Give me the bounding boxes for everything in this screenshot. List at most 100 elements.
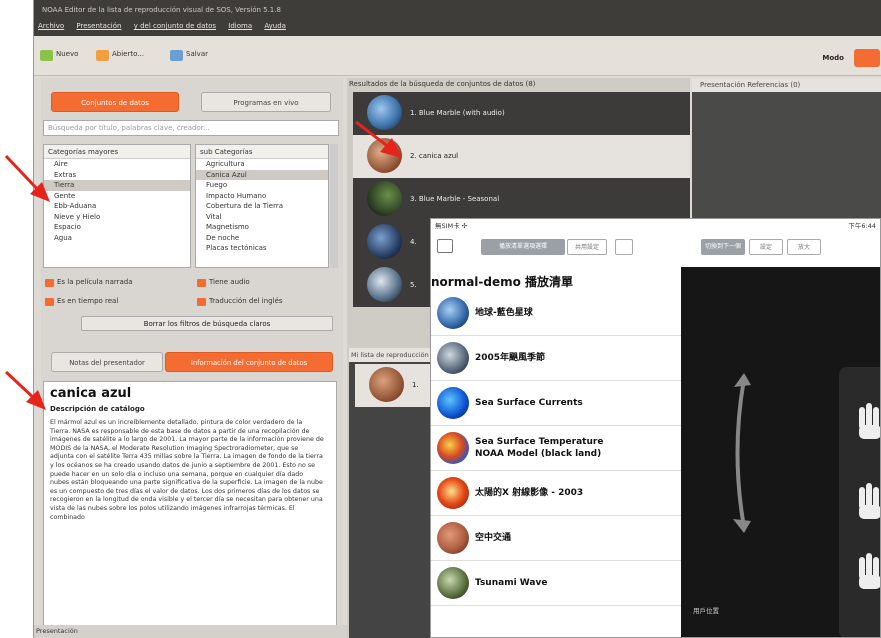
ipad-playlist-item[interactable]: 空中交通 — [431, 516, 681, 561]
menu-bar: Archivo Presentación y del conjunto de d… — [34, 22, 881, 36]
filter-translated[interactable]: Traducción del inglés — [197, 297, 283, 306]
checkbox-icon — [45, 298, 54, 306]
ipad-playlist-item[interactable]: 地球-藍色星球 — [431, 291, 681, 336]
filter-translated-label: Traducción del inglés — [209, 297, 283, 305]
catalog-description-text: El mármol azul es un increíblemente deta… — [50, 419, 324, 521]
left-panel: Conjuntos de datos Programas en vivo Bús… — [41, 78, 343, 638]
major-category-item[interactable]: Extras — [44, 170, 190, 181]
dataset-thumbnail — [367, 267, 402, 302]
search-result-label: 1. Blue Marble (with audio) — [410, 109, 505, 117]
sub-category-item[interactable]: Impacto Humano — [196, 191, 328, 202]
sub-category-item[interactable]: Magnetismo — [196, 222, 328, 233]
next-button[interactable]: 切換到下一個 — [701, 239, 745, 255]
clear-filters-button[interactable]: Borrar los filtros de búsqueda claros — [81, 316, 333, 331]
search-results-header: Resultados de la búsqueda de conjuntos d… — [349, 80, 536, 88]
ipad-playlist-item-label: Tsunami Wave — [475, 578, 548, 588]
vertical-drag-arrow-icon — [733, 373, 751, 533]
ipad-playlist-item-label: Sea Surface Temperature NOAA Model (blac… — [475, 437, 604, 459]
references-header: Presentación Referencias (0) — [692, 78, 881, 92]
major-category-item[interactable]: Aire — [44, 159, 190, 170]
search-result-row[interactable]: 3. Blue Marble - Seasonal — [353, 178, 690, 221]
search-result-label: 5. — [410, 281, 417, 289]
menu-presentacion[interactable]: Presentación — [76, 22, 121, 30]
toolbar: Nuevo Abierto... Salvar Modo — [34, 36, 881, 76]
ipad-player-view: 用戶位置 — [681, 267, 880, 637]
major-category-item[interactable]: Gente — [44, 191, 190, 202]
playlist-options-button[interactable]: 播放清單選項選擇 — [481, 239, 565, 255]
search-input[interactable]: Búsqueda por título, palabras clave, cre… — [43, 120, 339, 136]
filter-narrated-label: Es la película narrada — [57, 278, 133, 286]
tab-dataset-info[interactable]: Información del conjunto de datos — [165, 352, 333, 372]
ipad-screenshot-overlay: 無SIM卡 ✣ 下午6:44 播放清單選項選擇 共用設定 切換到下一個 設定 放大… — [430, 218, 881, 638]
mode-label: Modo — [822, 54, 844, 62]
sub-category-item[interactable]: Cobertura de la Tierra — [196, 201, 328, 212]
save-icon — [170, 50, 183, 61]
menu-ayuda[interactable]: Ayuda — [264, 22, 286, 30]
mode-button[interactable] — [854, 49, 880, 67]
search-result-label: 2. canica azul — [410, 152, 459, 160]
dataset-thumbnail — [437, 477, 469, 509]
folder-icon — [96, 50, 109, 61]
ipad-playlist-item[interactable]: Sea Surface Currents — [431, 381, 681, 426]
dataset-details: canica azul Descripción de catálogo El m… — [43, 381, 337, 638]
clock: 下午6:44 — [848, 222, 876, 230]
major-category-item[interactable]: Ebb-Aduana — [44, 201, 190, 212]
annotation-arrow-icon — [4, 154, 50, 202]
zoom-button[interactable]: 放大 — [787, 239, 821, 255]
new-label: Nuevo — [56, 50, 79, 58]
new-button[interactable]: Nuevo — [40, 50, 78, 64]
playlist-item-label: 1. — [412, 381, 419, 389]
dataset-thumbnail — [437, 387, 469, 419]
ipad-playlist-item-label: 2005年颶風季節 — [475, 353, 546, 363]
filter-realtime-label: Es en tiempo real — [57, 297, 119, 305]
sub-category-item[interactable]: Vital — [196, 212, 328, 223]
gesture-panel — [839, 367, 880, 637]
save-button[interactable]: Salvar — [170, 50, 208, 64]
search-result-label: 4. — [410, 238, 417, 246]
major-category-item[interactable]: Nieve y Hielo — [44, 212, 190, 223]
menu-idioma[interactable]: Idioma — [228, 22, 252, 30]
ipad-playlist-item[interactable]: Tsunami Wave — [431, 561, 681, 606]
major-categories-header: Categorías mayores — [44, 145, 190, 159]
major-categories-list: Categorías mayores Aire Extras Tierra Gente… — [43, 144, 191, 268]
ipad-status-bar: 無SIM卡 ✣ 下午6:44 — [431, 219, 880, 231]
filter-realtime[interactable]: Es en tiempo real — [45, 297, 119, 306]
ipad-playlist-item[interactable]: 太陽的X 射線影像 - 2003 — [431, 471, 681, 516]
carrier-label: 無SIM卡 ✣ — [435, 222, 468, 230]
save-label: Salvar — [186, 50, 208, 58]
ipad-nav-bar: 播放清單選項選擇 共用設定 切換到下一個 設定 放大 — [431, 231, 880, 259]
dataset-title: canica azul — [50, 386, 132, 401]
checkbox-icon — [45, 279, 54, 287]
settings-button[interactable]: 設定 — [749, 239, 783, 255]
user-position-label: 用戶位置 — [693, 607, 719, 615]
share-settings-button[interactable]: 共用設定 — [567, 239, 607, 255]
ipad-playlist-item-label: 地球-藍色星球 — [475, 308, 533, 318]
major-category-item[interactable]: Agua — [44, 233, 190, 244]
square-icon[interactable] — [615, 239, 633, 255]
open-button[interactable]: Abierto... — [96, 50, 144, 64]
sub-list-scrollbar[interactable] — [330, 144, 338, 268]
tab-live-programs[interactable]: Programas en vivo — [201, 92, 331, 112]
menu-dataset[interactable]: y del conjunto de datos — [134, 22, 216, 30]
filter-audio[interactable]: Tiene audio — [197, 278, 250, 287]
ipad-playlist-item[interactable]: Sea Surface Temperature NOAA Model (blac… — [431, 426, 681, 471]
dataset-thumbnail — [437, 297, 469, 329]
filter-audio-label: Tiene audio — [209, 278, 250, 286]
tab-datasets[interactable]: Conjuntos de datos — [51, 92, 179, 112]
major-category-item[interactable]: Espacio — [44, 222, 190, 233]
sub-category-item[interactable]: Fuego — [196, 180, 328, 191]
sub-categories-header: sub Categorías — [196, 145, 328, 159]
sub-category-item[interactable]: Agricultura — [196, 159, 328, 170]
sub-category-item[interactable]: De noche — [196, 233, 328, 244]
tab-presenter-notes[interactable]: Notas del presentador — [51, 352, 163, 372]
folder-icon[interactable] — [437, 239, 453, 253]
menu-archivo[interactable]: Archivo — [38, 22, 64, 30]
sub-category-item[interactable]: Placas tectónicas — [196, 243, 328, 254]
dataset-thumbnail — [367, 224, 402, 259]
sub-category-item[interactable]: Canica Azul — [196, 169, 328, 180]
dataset-thumbnail — [437, 567, 469, 599]
filter-narrated[interactable]: Es la película narrada — [45, 278, 133, 287]
ipad-playlist-item[interactable]: 2005年颶風季節 — [431, 336, 681, 381]
checkbox-icon — [197, 279, 206, 287]
major-category-item[interactable]: Tierra — [44, 180, 190, 191]
